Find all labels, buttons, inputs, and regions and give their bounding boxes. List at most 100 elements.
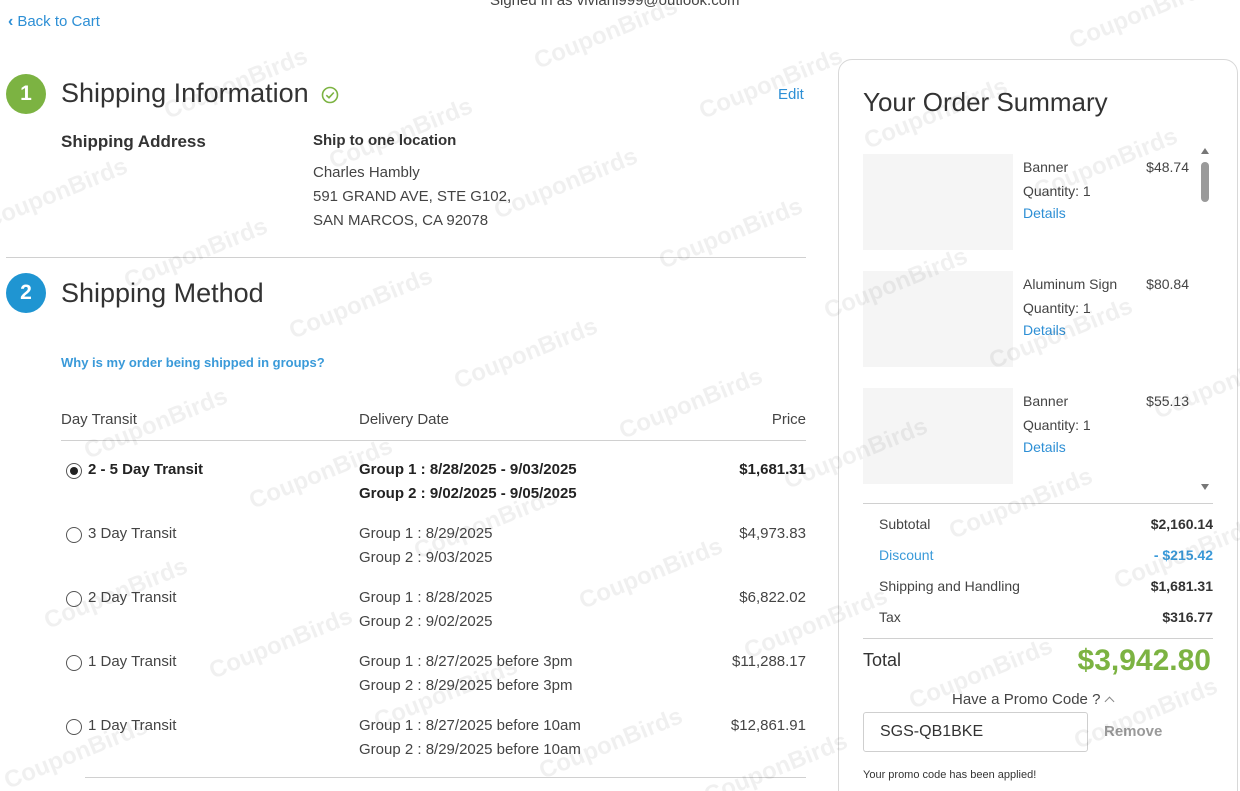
watermark: CouponBirds	[1065, 0, 1217, 55]
shipping-information-title: Shipping Information	[61, 78, 309, 108]
shipping-option-price: $11,288.17	[732, 653, 806, 670]
scroll-up-arrow-icon[interactable]	[1201, 148, 1209, 154]
item-price: $48.74	[1146, 159, 1189, 175]
summary-divider	[863, 503, 1213, 504]
shipping-option-row[interactable]: 2 Day Transit Group 1 : 8/28/2025 Group …	[61, 589, 806, 645]
watermark: CouponBirds	[530, 0, 682, 75]
item-quantity: Quantity: 1	[1023, 300, 1091, 316]
table-bottom-divider	[85, 777, 806, 778]
shipping-option-radio[interactable]	[66, 591, 82, 607]
shipping-address-label: Shipping Address	[61, 132, 206, 151]
summary-item: Banner Quantity: 1 Details $48.74	[863, 154, 1189, 250]
scrollbar-thumb[interactable]	[1201, 162, 1209, 202]
item-name: Banner	[1023, 393, 1069, 409]
watermark: CouponBirds	[0, 152, 132, 235]
shipping-option-group1-date: Group 1 : 8/27/2025 before 3pm	[359, 653, 573, 670]
shipping-option-group2-date: Group 2 : 9/03/2025	[359, 549, 493, 566]
shipping-option-label: 2 - 5 Day Transit	[88, 461, 204, 478]
shipping-option-radio[interactable]	[66, 719, 82, 735]
back-to-cart-link[interactable]: ‹ Back to Cart	[8, 13, 100, 30]
item-thumbnail	[863, 154, 1013, 250]
watermark: CouponBirds	[285, 262, 437, 345]
item-quantity: Quantity: 1	[1023, 183, 1091, 199]
edit-shipping-link[interactable]: Edit	[778, 86, 804, 103]
item-thumbnail	[863, 388, 1013, 484]
item-details-link[interactable]: Details	[1023, 205, 1066, 221]
shipping-option-price: $6,822.02	[739, 589, 806, 606]
shipping-option-row[interactable]: 2 - 5 Day Transit Group 1 : 8/28/2025 - …	[61, 461, 806, 517]
total-value: $3,942.80	[1077, 644, 1211, 677]
column-header-date: Delivery Date	[359, 411, 450, 428]
chevron-left-icon: ‹	[8, 12, 14, 30]
shipping-option-radio[interactable]	[66, 527, 82, 543]
shipping-option-radio[interactable]	[66, 655, 82, 671]
shipping-option-price: $12,861.91	[730, 717, 806, 734]
address-name: Charles Hambly	[313, 164, 420, 181]
shipping-option-group1-date: Group 1 : 8/29/2025	[359, 525, 493, 542]
tax-label: Tax	[879, 609, 901, 625]
shipping-option-group1-date: Group 1 : 8/27/2025 before 10am	[359, 717, 581, 734]
shipping-option-row[interactable]: 1 Day Transit Group 1 : 8/27/2025 before…	[61, 717, 806, 773]
item-name: Aluminum Sign	[1023, 276, 1118, 292]
address-street: 591 GRAND AVE, STE G102,	[313, 188, 512, 205]
ship-location-label: Ship to one location	[313, 132, 457, 149]
shipping-option-row[interactable]: 1 Day Transit Group 1 : 8/27/2025 before…	[61, 653, 806, 709]
address-city: SAN MARCOS, CA 92078	[313, 212, 489, 229]
shipping-handling-label: Shipping and Handling	[879, 578, 1020, 594]
shipping-option-group2-date: Group 2 : 8/29/2025 before 3pm	[359, 677, 573, 694]
item-price: $80.84	[1146, 276, 1189, 292]
column-header-price: Price	[771, 411, 806, 428]
shipping-option-label: 3 Day Transit	[88, 525, 177, 542]
watermark: CouponBirds	[655, 192, 807, 275]
promo-applied-message: Your promo code has been applied!	[863, 769, 1037, 781]
shipping-option-row[interactable]: 3 Day Transit Group 1 : 8/29/2025 Group …	[61, 525, 806, 581]
total-label: Total	[863, 650, 902, 670]
items-scrollbar[interactable]	[1201, 148, 1211, 490]
tax-value: $316.77	[1162, 609, 1213, 625]
column-header-transit: Day Transit	[61, 411, 137, 428]
subtotal-label: Subtotal	[879, 516, 931, 532]
item-name: Banner	[1023, 159, 1069, 175]
step-2-badge: 2	[6, 273, 46, 313]
order-summary-title: Your Order Summary	[863, 87, 1108, 117]
item-details-link[interactable]: Details	[1023, 322, 1066, 338]
shipping-option-group2-date: Group 2 : 8/29/2025 before 10am	[359, 741, 581, 758]
order-summary-panel: Your Order Summary Banner Quantity: 1 De…	[838, 59, 1238, 791]
remove-promo-button[interactable]: Remove	[1104, 723, 1162, 740]
subtotal-value: $2,160.14	[1150, 516, 1213, 532]
shipping-option-radio[interactable]	[66, 463, 82, 479]
shipping-option-label: 2 Day Transit	[88, 589, 177, 606]
watermark: CouponBirds	[615, 362, 767, 445]
table-header-divider	[61, 440, 806, 441]
step-1-badge: 1	[6, 74, 46, 114]
discount-label: Discount	[879, 547, 934, 563]
promo-code-toggle-label: Have a Promo Code ?	[952, 691, 1101, 708]
shipping-option-label: 1 Day Transit	[88, 717, 177, 734]
summary-item: Aluminum Sign Quantity: 1 Details $80.84	[863, 271, 1189, 367]
shipping-option-label: 1 Day Transit	[88, 653, 177, 670]
promo-code-input[interactable]	[863, 712, 1088, 752]
shipping-option-group1-date: Group 1 : 8/28/2025	[359, 589, 493, 606]
shipping-option-group1-date: Group 1 : 8/28/2025 - 9/03/2025	[359, 461, 577, 478]
shipping-handling-value: $1,681.31	[1150, 578, 1213, 594]
shipping-method-title: Shipping Method	[61, 278, 264, 308]
section-divider	[6, 257, 806, 258]
watermark: CouponBirds	[695, 42, 847, 125]
watermark: CouponBirds	[450, 312, 602, 395]
discount-value: - $215.42	[1153, 547, 1213, 563]
shipping-option-price: $1,681.31	[739, 461, 806, 478]
chevron-up-icon	[1104, 696, 1115, 707]
item-price: $55.13	[1146, 393, 1189, 409]
scroll-down-arrow-icon[interactable]	[1201, 484, 1209, 490]
item-quantity: Quantity: 1	[1023, 417, 1091, 433]
signed-in-text: Signed in as viviani999@outlook.com	[490, 0, 740, 9]
check-circle-icon	[321, 86, 339, 104]
total-divider	[863, 638, 1213, 639]
summary-item: Banner Quantity: 1 Details $55.13	[863, 388, 1189, 484]
shipping-groups-help-link[interactable]: Why is my order being shipped in groups?	[61, 355, 325, 370]
item-details-link[interactable]: Details	[1023, 439, 1066, 455]
promo-code-toggle[interactable]: Have a Promo Code ?	[952, 691, 1115, 708]
watermark: CouponBirds	[490, 142, 642, 225]
shipping-option-price: $4,973.83	[739, 525, 806, 542]
item-thumbnail	[863, 271, 1013, 367]
